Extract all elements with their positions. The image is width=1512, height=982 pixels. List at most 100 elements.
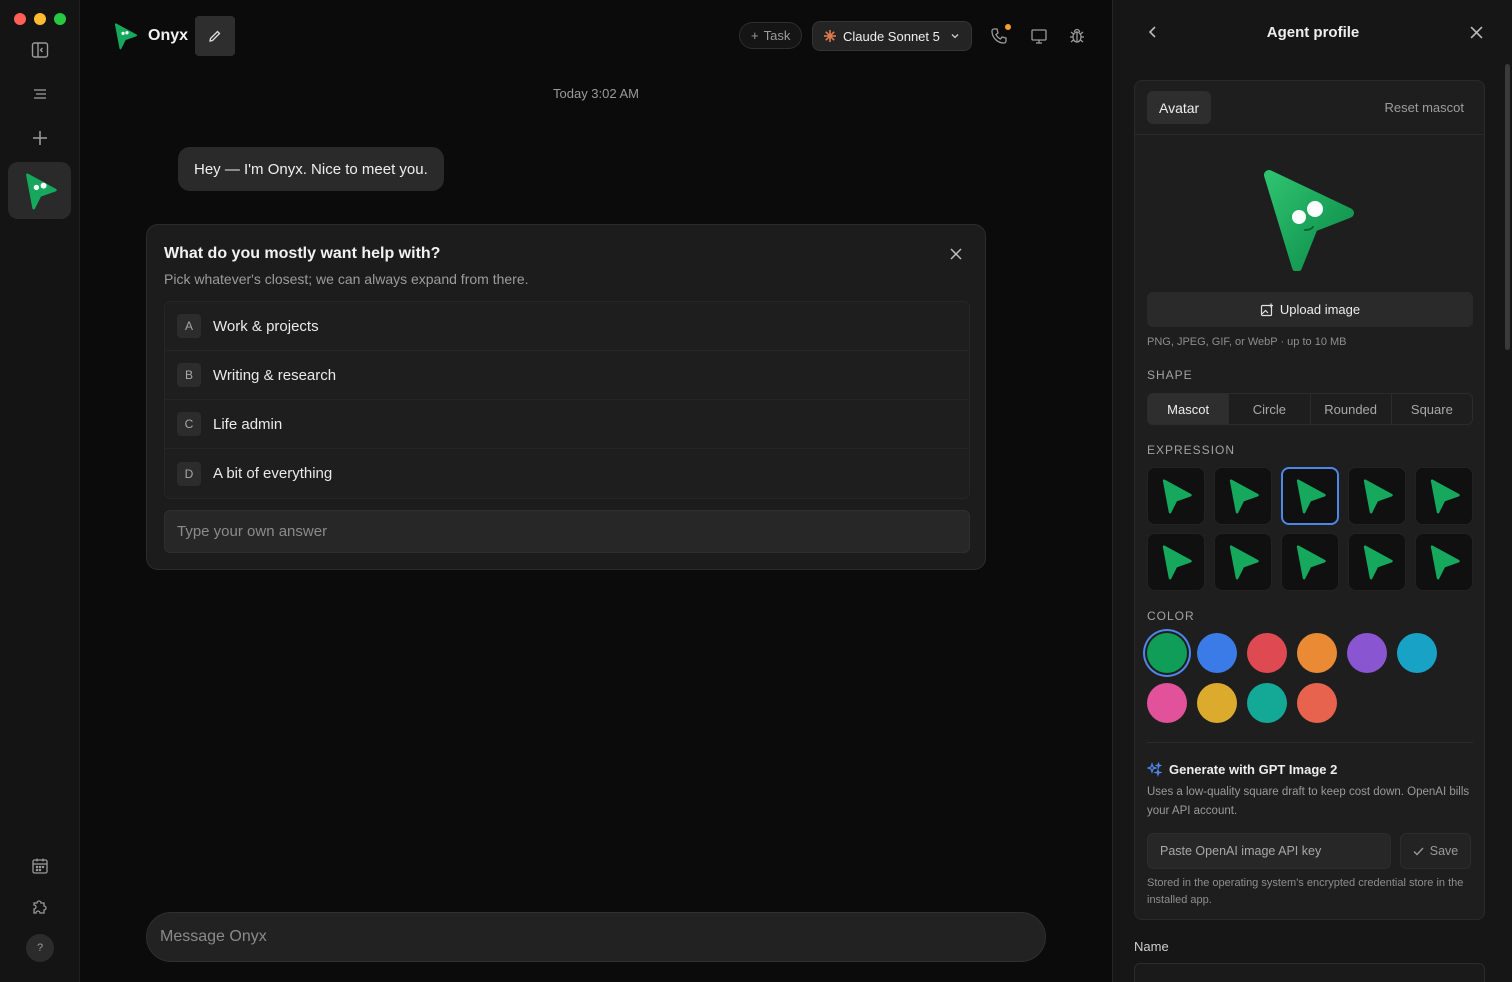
color-swatch[interactable] [1147,683,1187,723]
reset-mascot-button[interactable]: Reset mascot [1385,100,1464,115]
rail-agent-onyx[interactable] [8,162,71,219]
minimize-window-button[interactable] [34,13,46,25]
mascot-icon [1229,479,1259,514]
answer-options: A Work & projects B Writing & research C… [164,301,970,499]
agent-name: Onyx [148,27,189,44]
color-swatch[interactable] [1247,633,1287,673]
menu-icon[interactable] [20,76,60,112]
panel-header: Agent profile [1113,0,1512,64]
answer-option-b[interactable]: B Writing & research [165,351,969,400]
shape-square[interactable]: Square [1392,394,1472,424]
plus-icon[interactable] [20,120,60,156]
question-subtitle: Pick whatever's closest; we can always e… [164,271,529,287]
sparkles-icon [1147,762,1162,777]
avatar-card-header: Avatar Reset mascot [1135,81,1484,135]
shape-circle[interactable]: Circle [1229,394,1311,424]
plus-icon: + [751,28,759,43]
expression-option[interactable] [1415,533,1473,591]
task-button[interactable]: + Task [739,22,803,49]
model-label: Claude Sonnet 5 [843,28,940,44]
name-input[interactable] [1134,963,1485,982]
chat-header: Onyx + Task Claude Sonnet 5 [80,0,1112,72]
screen-button[interactable] [1027,24,1051,48]
expression-option[interactable] [1281,533,1339,591]
expression-option[interactable] [1147,533,1205,591]
panel-title: Agent profile [1266,24,1360,41]
expression-option[interactable] [1214,467,1272,525]
color-swatch[interactable] [1397,633,1437,673]
generate-description: Uses a low-quality square draft to keep … [1147,786,1470,817]
generate-title-label: Generate with GPT Image 2 [1169,762,1338,777]
expression-option[interactable] [1281,467,1339,525]
mascot-icon [1162,479,1192,514]
close-window-button[interactable] [14,13,26,25]
answer-option-a[interactable]: A Work & projects [165,302,969,351]
phone-icon [991,28,1007,44]
edit-name-button[interactable] [195,16,235,56]
save-key-button[interactable]: Save [1400,833,1471,869]
message-timestamp: Today 3:02 AM [553,86,639,101]
color-swatch[interactable] [1197,633,1237,673]
mascot-preview-icon [1264,170,1354,271]
help-button[interactable]: ? [26,934,54,962]
monitor-icon [1031,29,1047,44]
upload-label: Upload image [1279,302,1361,317]
color-swatch[interactable] [1347,633,1387,673]
check-icon [1413,847,1424,855]
sidebar-icon[interactable] [20,32,60,68]
mascot-icon [1296,479,1326,514]
close-panel-button[interactable] [1466,22,1486,42]
api-key-input[interactable] [1147,833,1391,869]
message-input[interactable] [146,912,1046,962]
zoom-window-button[interactable] [54,13,66,25]
color-grid [1147,633,1447,723]
option-label: Writing & research [213,366,337,384]
stored-hint: Stored in the operating system's encrypt… [1147,877,1464,906]
mascot-icon [25,172,57,209]
expression-label: EXPRESSION [1147,443,1236,457]
notification-dot [1005,24,1011,30]
shape-mascot[interactable]: Mascot [1148,394,1230,424]
tab-avatar[interactable]: Avatar [1147,91,1212,124]
app-window: ? Onyx + Task Claude Sonnet 5 Today 3:02… [0,0,1512,982]
color-swatch[interactable] [1297,683,1337,723]
option-key: B [177,363,201,387]
panel-scrollbar[interactable] [1505,64,1510,350]
color-swatch[interactable] [1197,683,1237,723]
expression-option[interactable] [1348,467,1406,525]
mascot-icon [1296,545,1326,580]
mascot-icon [1162,545,1192,580]
agent-profile-panel: Agent profile Avatar Reset mascot Upload… [1112,0,1512,982]
calendar-icon[interactable] [20,848,60,884]
answer-option-c[interactable]: C Life admin [165,400,969,449]
color-swatch[interactable] [1147,633,1187,673]
color-swatch[interactable] [1247,683,1287,723]
expression-option[interactable] [1147,467,1205,525]
answer-option-d[interactable]: D A bit of everything [165,449,969,498]
shape-selector: Mascot Circle Rounded Square [1147,393,1473,425]
color-label: COLOR [1147,609,1195,623]
expression-option[interactable] [1348,533,1406,591]
question-title: What do you mostly want help with? [164,245,441,262]
upload-hint: PNG, JPEG, GIF, or WebP · up to 10 MB [1147,336,1347,348]
close-icon [950,248,962,260]
debug-button[interactable] [1065,24,1089,48]
puzzle-icon[interactable] [20,888,60,924]
color-swatch[interactable] [1297,633,1337,673]
expression-option[interactable] [1415,467,1473,525]
option-label: Life admin [213,415,283,433]
call-button[interactable] [987,24,1011,48]
task-button-label: Task [763,28,791,43]
shape-rounded[interactable]: Rounded [1311,394,1392,424]
own-answer-input[interactable] [164,510,970,553]
upload-image-button[interactable]: Upload image [1147,292,1473,327]
mascot-icon [1229,545,1259,580]
expression-option[interactable] [1214,533,1272,591]
mascot-icon [1363,479,1393,514]
window-controls [14,13,66,25]
option-key: A [177,314,201,338]
model-selector[interactable]: Claude Sonnet 5 [812,21,972,51]
divider [1147,742,1473,743]
option-key: D [177,461,201,486]
close-question-button[interactable] [947,245,965,263]
